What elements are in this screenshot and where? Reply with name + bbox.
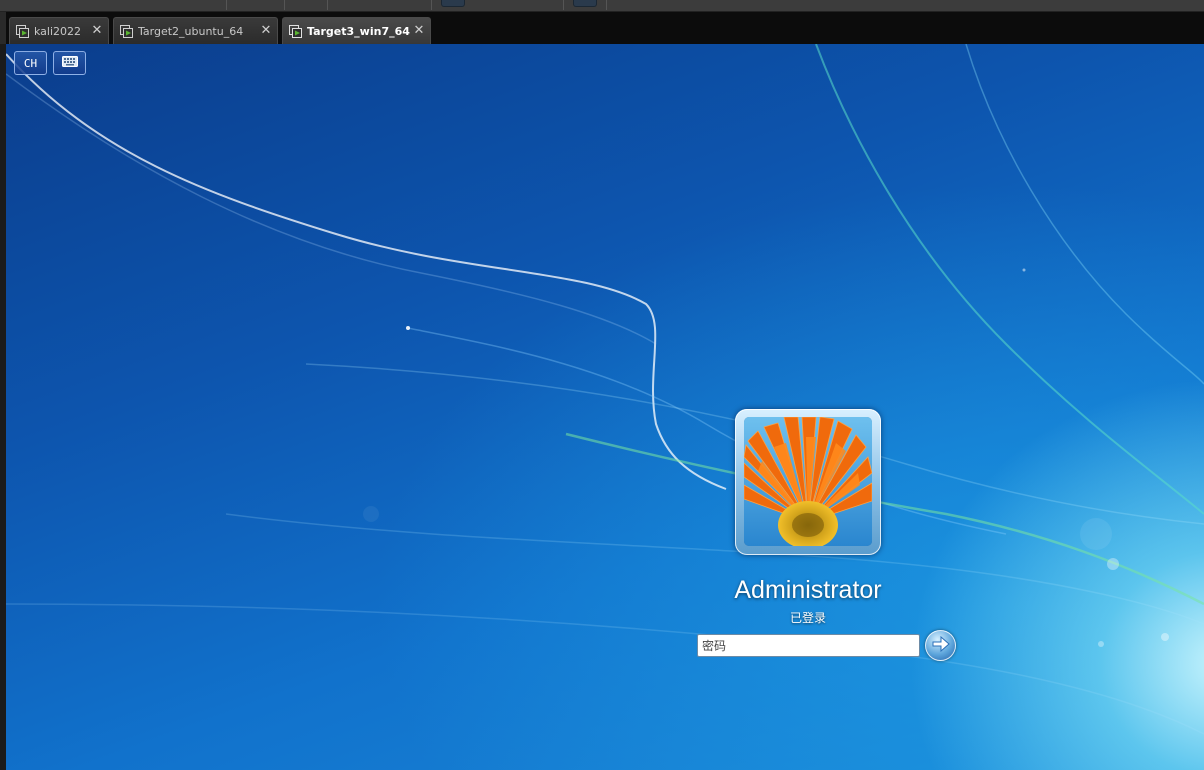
vm-icon [120, 24, 133, 38]
toolbar-separator [563, 0, 564, 10]
arrow-right-icon [932, 635, 950, 656]
toolbar-button[interactable] [441, 0, 465, 7]
password-input[interactable] [697, 634, 920, 657]
tab-kali2022[interactable]: kali2022 ✕ [9, 17, 109, 44]
toolbar-separator [327, 0, 328, 10]
tab-target3-win7[interactable]: Target3_win7_64 ✕ [282, 17, 431, 44]
user-name: Administrator [734, 576, 882, 604]
submit-login-button[interactable] [925, 630, 956, 661]
toolbar-separator [284, 0, 285, 10]
close-icon[interactable]: ✕ [412, 24, 426, 38]
tab-label: kali2022 [34, 24, 82, 38]
tab-label: Target2_ubuntu_64 [138, 24, 244, 38]
keyboard-icon [61, 56, 78, 70]
user-avatar-flower [744, 417, 872, 546]
user-tile[interactable] [735, 409, 881, 555]
vm-toolbar [0, 0, 1204, 12]
vm-icon [289, 24, 302, 38]
toolbar-separator [431, 0, 432, 10]
user-status: 已登录 [789, 611, 826, 625]
on-screen-keyboard-button[interactable] [53, 51, 86, 75]
toolbar-button[interactable] [573, 0, 597, 7]
vm-tab-bar: kali2022 ✕ Target2_ubuntu_64 ✕ Target3_w… [0, 12, 1204, 44]
tab-target2-ubuntu[interactable]: Target2_ubuntu_64 ✕ [113, 17, 278, 44]
vm-icon [16, 24, 29, 38]
tab-bar-edge [0, 12, 6, 44]
close-icon[interactable]: ✕ [259, 24, 273, 38]
toolbar-separator [606, 0, 607, 10]
wallpaper-swirls [6, 44, 1204, 735]
win7-logon-screen: CH Administrator 已登录 [6, 44, 1204, 770]
language-button[interactable]: CH [14, 51, 47, 75]
tab-label: Target3_win7_64 [307, 24, 410, 38]
toolbar-separator [226, 0, 227, 10]
close-icon[interactable]: ✕ [90, 24, 104, 38]
